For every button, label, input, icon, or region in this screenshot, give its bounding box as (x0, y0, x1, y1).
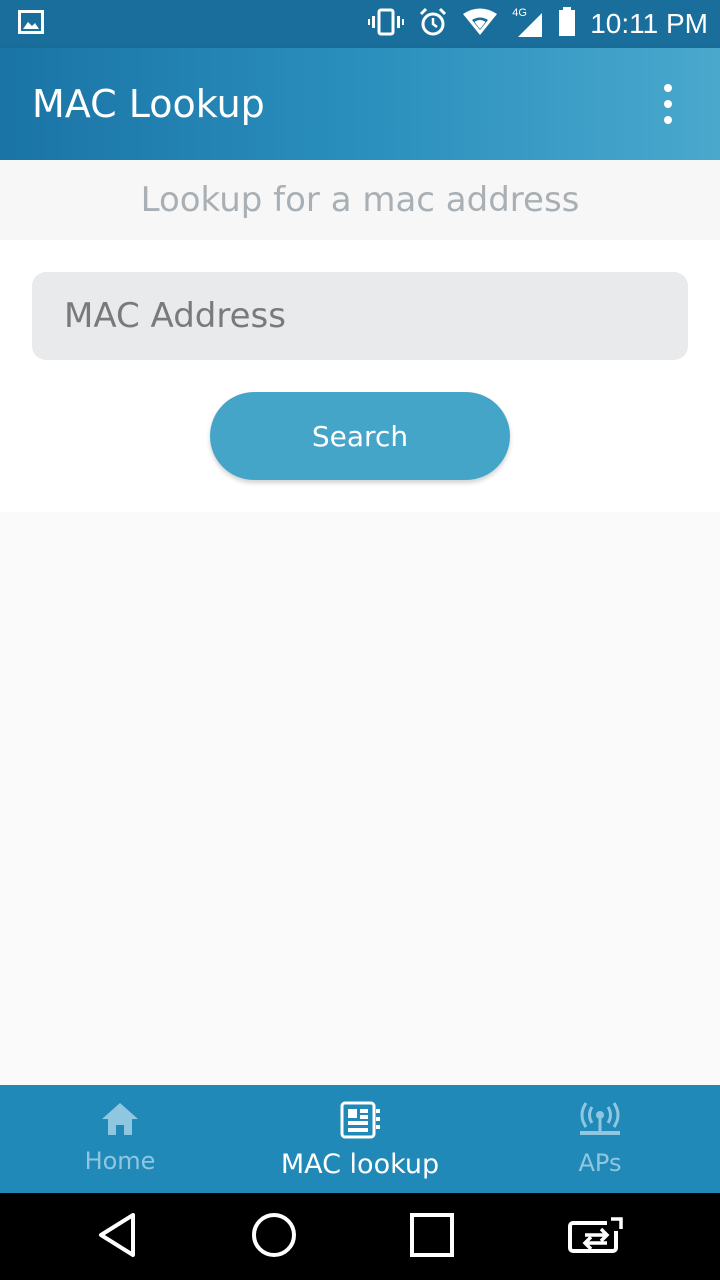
back-icon[interactable] (95, 1211, 139, 1263)
nav-label-aps: APs (578, 1149, 622, 1177)
more-vert-icon[interactable] (648, 74, 688, 134)
app-title: MAC Lookup (32, 82, 265, 126)
status-bar: 4G 10:11 PM (0, 0, 720, 48)
system-nav-bar (0, 1193, 720, 1280)
access-point-icon (578, 1101, 622, 1143)
signal-4g-icon: 4G (512, 7, 544, 39)
mac-address-input[interactable] (32, 272, 688, 360)
vibrate-icon (368, 8, 405, 40)
nav-item-aps[interactable]: APs (480, 1085, 720, 1193)
nav-label-home: Home (84, 1147, 156, 1175)
page-subtitle: Lookup for a mac address (0, 160, 720, 240)
recents-icon[interactable] (408, 1211, 456, 1263)
home-circle-icon[interactable] (250, 1211, 298, 1263)
bottom-nav: Home MAC lookup APs (0, 1085, 720, 1193)
mac-lookup-icon (339, 1101, 381, 1143)
wifi-icon (462, 8, 498, 40)
nav-item-home[interactable]: Home (0, 1085, 240, 1193)
search-button[interactable]: Search (210, 392, 510, 480)
alarm-icon (418, 7, 448, 41)
switch-app-icon[interactable] (567, 1215, 625, 1259)
lookup-form: Search (0, 240, 720, 512)
home-icon (100, 1101, 140, 1141)
battery-icon (558, 7, 576, 41)
nav-item-mac-lookup[interactable]: MAC lookup (240, 1085, 480, 1193)
nav-label-mac-lookup: MAC lookup (280, 1149, 440, 1180)
image-icon (18, 10, 44, 38)
app-bar: MAC Lookup (0, 48, 720, 160)
status-time: 10:11 PM (590, 8, 708, 39)
